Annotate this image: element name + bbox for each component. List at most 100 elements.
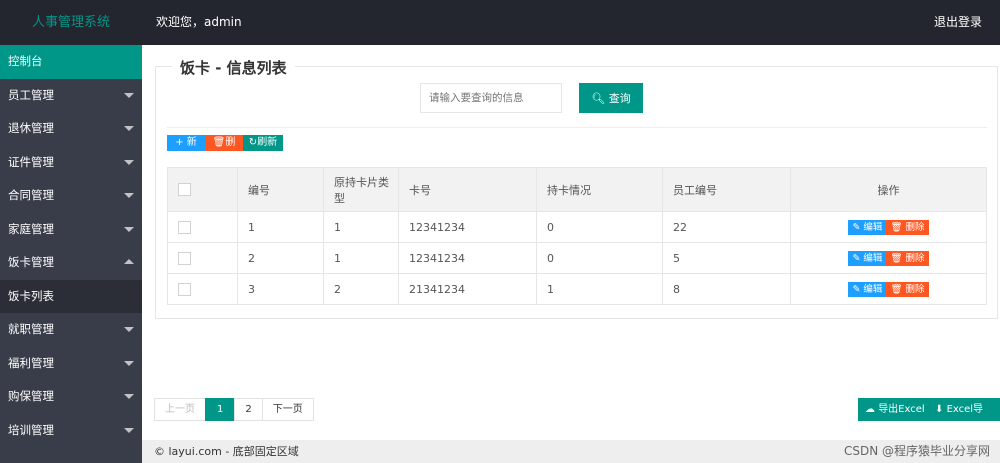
divider <box>167 127 987 128</box>
cell-card: 12341234 <box>398 242 537 274</box>
chevron-down-icon <box>124 427 134 433</box>
col-header-card: 卡号 <box>398 167 537 212</box>
search-input[interactable] <box>420 83 562 113</box>
row-delete-button[interactable]: 🗑︎ 删除 <box>886 219 929 235</box>
search-button[interactable]: 🔍︎ 查询 <box>579 83 643 113</box>
edit-button[interactable]: ✎ 编辑 <box>848 281 887 297</box>
edit-button[interactable]: ✎ 编辑 <box>848 219 887 235</box>
col-header-id: 编号 <box>237 167 324 212</box>
chevron-up-icon <box>124 259 134 264</box>
import-excel-button[interactable]: ⬇ Excel导入 <box>928 398 1000 438</box>
chevron-down-icon <box>124 394 134 399</box>
pencil-icon: ✎ <box>852 221 864 233</box>
download-icon: ⬇ <box>935 404 947 415</box>
export-label: 导出Excel <box>878 404 925 415</box>
cell-status: 1 <box>536 273 663 305</box>
cell-card: 21341234 <box>398 273 537 305</box>
chevron-down-icon <box>124 226 134 232</box>
sidebar-item-retirement[interactable]: 退休管理 <box>0 112 142 146</box>
sidebar-item-label: 饭卡管理 <box>8 255 54 269</box>
table-row: 1 1 12341234 0 22 ✎ 编辑 🗑︎ 删除 <box>167 211 987 243</box>
chevron-down-icon <box>124 126 134 131</box>
row-delete-button[interactable]: 🗑︎ 删除 <box>886 250 929 266</box>
plus-icon: + <box>175 137 187 148</box>
sidebar-item-mealcard[interactable]: 饭卡管理 <box>0 246 142 280</box>
cell-id: 1 <box>237 211 324 243</box>
sidebar-item-label: 员工管理 <box>8 87 54 102</box>
sidebar-item-label: 证件管理 <box>8 154 54 169</box>
row-select-cell <box>167 273 238 305</box>
table-header-row: 编号 原持卡片类型 卡号 持卡情况 员工编号 操作 <box>167 167 987 212</box>
sidebar-item-dashboard[interactable]: 控制台 <box>0 45 142 79</box>
delete-label: 删除 <box>905 252 925 264</box>
row-checkbox[interactable] <box>178 251 191 265</box>
col-header-action: 操作 <box>790 167 987 212</box>
chevron-down-icon <box>124 92 134 98</box>
row-select-cell <box>167 211 238 243</box>
next-page-button[interactable]: 下一页 <box>261 398 314 421</box>
edit-label: 编辑 <box>863 283 883 295</box>
select-all-checkbox[interactable] <box>178 183 191 197</box>
sidebar: 控制台 员工管理 退休管理 证件管理 合同管理 家庭管理 饭卡管理 饭卡列表 就… <box>0 45 142 463</box>
refresh-icon: ↻ <box>248 137 258 148</box>
cell-type: 1 <box>323 242 399 274</box>
page-1-button[interactable]: 1 <box>205 398 236 421</box>
sidebar-item-employee[interactable]: 员工管理 <box>0 79 142 113</box>
cell-id: 3 <box>237 273 324 305</box>
sidebar-item-label: 退休管理 <box>8 121 54 135</box>
export-excel-button[interactable]: ☁ 导出Excel <box>858 398 932 421</box>
app-logo: 人事管理系统 <box>31 15 110 30</box>
cell-type: 1 <box>323 211 399 243</box>
row-checkbox[interactable] <box>178 220 191 234</box>
sidebar-item-label: 购保管理 <box>8 389 54 403</box>
sidebar-item-family[interactable]: 家庭管理 <box>0 213 142 247</box>
page-2-button[interactable]: 2 <box>234 398 263 421</box>
logout-link[interactable]: 退出登录 <box>934 0 982 45</box>
sidebar-item-welfare[interactable]: 福利管理 <box>0 347 142 381</box>
row-select-cell <box>167 242 238 274</box>
sidebar-item-label: 家庭管理 <box>8 221 54 236</box>
sidebar-item-label: 就职管理 <box>8 322 54 336</box>
sidebar-item-employment[interactable]: 就职管理 <box>0 313 142 347</box>
sidebar-item-insurance[interactable]: 购保管理 <box>0 380 142 414</box>
search-icon: 🔍︎ <box>591 92 606 105</box>
refresh-button[interactable]: ↻刷新 <box>243 135 283 151</box>
add-button[interactable]: + 新增 <box>167 135 205 164</box>
cloud-upload-icon: ☁ <box>865 404 879 415</box>
select-all-cell <box>167 167 238 212</box>
cell-status: 0 <box>536 211 663 243</box>
edit-label: 编辑 <box>863 252 883 264</box>
pagination: 上一页 1 2 下一页 <box>154 398 314 421</box>
cell-status: 0 <box>536 242 663 274</box>
pencil-icon: ✎ <box>852 252 864 264</box>
chevron-down-icon <box>124 327 134 332</box>
edit-label: 编辑 <box>863 221 883 233</box>
sidebar-item-label: 合同管理 <box>8 188 54 202</box>
table-row: 2 1 12341234 0 5 ✎ 编辑 🗑︎ 删除 <box>167 242 987 274</box>
sidebar-item-training[interactable]: 培训管理 <box>0 414 142 448</box>
pencil-icon: ✎ <box>852 283 864 295</box>
trash-icon: 🗑︎ <box>212 137 226 148</box>
refresh-button-label: 刷新 <box>257 137 278 148</box>
sidebar-item-label: 福利管理 <box>8 355 54 370</box>
col-header-type: 原持卡片类型 <box>323 167 399 212</box>
delete-button[interactable]: 🗑︎删除 <box>205 135 243 164</box>
cell-id: 2 <box>237 242 324 274</box>
trash-icon: 🗑︎ <box>890 283 906 295</box>
top-header: 人事管理系统 欢迎您，admin 退出登录 <box>0 0 1000 45</box>
table-row: 3 2 21341234 1 8 ✎ 编辑 🗑︎ 删除 <box>167 273 987 305</box>
sidebar-item-certificate[interactable]: 证件管理 <box>0 146 142 180</box>
row-delete-button[interactable]: 🗑︎ 删除 <box>886 281 929 297</box>
welcome-text: 欢迎您，admin <box>156 15 242 29</box>
cell-actions: ✎ 编辑 🗑︎ 删除 <box>790 242 987 274</box>
cell-emp: 5 <box>662 242 791 274</box>
prev-page-button[interactable]: 上一页 <box>154 398 206 421</box>
sidebar-item-label: 饭卡列表 <box>8 288 54 303</box>
sidebar-item-contract[interactable]: 合同管理 <box>0 179 142 213</box>
edit-button[interactable]: ✎ 编辑 <box>848 250 887 266</box>
delete-label: 删除 <box>905 221 925 233</box>
sidebar-subitem-mealcard-list[interactable]: 饭卡列表 <box>0 279 142 313</box>
col-header-status: 持卡情况 <box>536 167 663 212</box>
chevron-down-icon <box>124 159 134 165</box>
row-checkbox[interactable] <box>178 282 191 296</box>
